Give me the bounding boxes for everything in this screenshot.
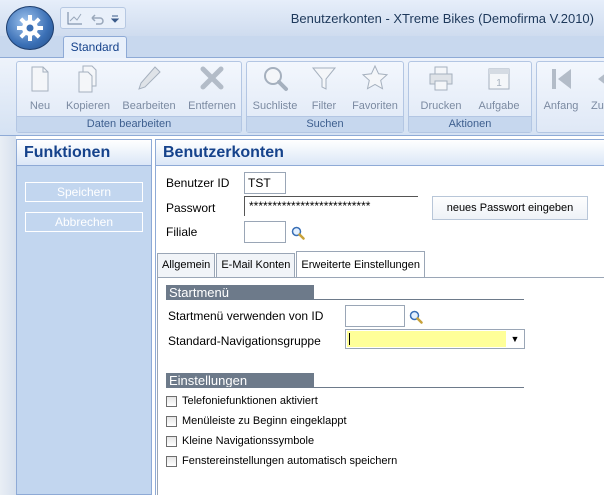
- checkbox[interactable]: [166, 415, 177, 427]
- new-button[interactable]: Neu: [23, 64, 57, 118]
- magnifier-icon: [261, 64, 289, 94]
- calendar-icon: 1: [485, 64, 513, 94]
- left-edge-strip: [0, 136, 16, 495]
- search-icon[interactable]: [409, 310, 423, 324]
- user-id-field[interactable]: TST: [244, 172, 286, 194]
- prev-icon: [591, 64, 604, 94]
- nav-group-label: Standard-Navigationsgruppe: [168, 334, 321, 348]
- tab-allgemein[interactable]: Allgemein: [157, 253, 216, 277]
- search-list-button[interactable]: Suchliste: [251, 64, 299, 118]
- group-label: Suchen: [247, 116, 403, 132]
- pencil-icon: [135, 64, 163, 94]
- startmenu-id-label: Startmenü verwenden von ID: [168, 309, 324, 323]
- delete-x-icon: [198, 64, 226, 94]
- nav-group-value: [347, 331, 506, 347]
- customize-dropdown-icon[interactable]: [110, 11, 120, 25]
- quick-access-toolbar: [60, 7, 126, 29]
- group-label: Aktionen: [409, 116, 531, 132]
- page-title: Benutzerkonten: [156, 140, 604, 166]
- group-label: Daten bearbeiten: [17, 116, 241, 132]
- text-cursor: [349, 333, 350, 345]
- task-button[interactable]: 1 Aufgabe: [475, 64, 523, 118]
- checkbox[interactable]: [166, 395, 177, 407]
- tab-erweiterte-einstellungen[interactable]: Erweiterte Einstellungen: [296, 251, 426, 277]
- branch-field[interactable]: [244, 221, 286, 243]
- section-divider: [166, 387, 524, 388]
- startmenu-heading: Startmenü: [166, 285, 314, 300]
- tab-standard[interactable]: Standard: [63, 36, 127, 58]
- checkbox-telephony[interactable]: Telefoniefunktionen aktiviert: [166, 393, 318, 409]
- first-icon: [547, 64, 575, 94]
- functions-panel: Funktionen Speichern Abbrechen: [16, 139, 152, 495]
- new-document-icon: [26, 64, 54, 94]
- favorites-button[interactable]: Favoriten: [351, 64, 399, 118]
- prev-button[interactable]: Zu: [589, 64, 604, 118]
- checkbox-small-nav-icons[interactable]: Kleine Navigationssymbole: [166, 433, 314, 449]
- funnel-icon: [310, 64, 338, 94]
- window-title: Benutzerkonten - XTreme Bikes (Demofirma…: [290, 11, 594, 26]
- checkbox[interactable]: [166, 435, 177, 447]
- settings-heading: Einstellungen: [166, 373, 314, 388]
- group-aktionen: Drucken 1 Aufgabe Aktionen: [408, 61, 532, 133]
- user-id-label: Benutzer ID: [166, 176, 230, 190]
- gear-icon: [17, 15, 43, 41]
- title-bar: Benutzerkonten - XTreme Bikes (Demofirma…: [0, 0, 604, 36]
- password-label: Passwort: [166, 201, 216, 215]
- svg-text:1: 1: [496, 78, 502, 89]
- group-navigation: Anfang Zu: [536, 61, 604, 133]
- settings-tabs: Allgemein E-Mail Konten Erweiterte Einst…: [157, 251, 426, 277]
- undo-icon[interactable]: [89, 11, 105, 25]
- chart-icon[interactable]: [67, 11, 83, 25]
- printer-icon: [427, 64, 455, 94]
- first-button[interactable]: Anfang: [541, 64, 581, 118]
- group-suchen: Suchliste Filter Favoriten Suchen: [246, 61, 404, 133]
- edit-button[interactable]: Bearbeiten: [121, 64, 177, 118]
- checkbox-save-window-settings[interactable]: Fenstereinstellungen automatisch speiche…: [166, 453, 397, 469]
- copy-icon: [74, 64, 102, 94]
- save-button[interactable]: Speichern: [25, 182, 143, 202]
- section-divider: [166, 299, 524, 300]
- filter-button[interactable]: Filter: [307, 64, 341, 118]
- nav-group-dropdown[interactable]: ▼: [345, 329, 525, 349]
- app-menu-button[interactable]: [6, 6, 54, 50]
- ribbon: Neu Kopieren Bearbeiten Entfernen Daten …: [0, 58, 604, 136]
- copy-button[interactable]: Kopieren: [65, 64, 111, 118]
- startmenu-id-field[interactable]: [345, 305, 405, 327]
- group-daten-bearbeiten: Neu Kopieren Bearbeiten Entfernen Daten …: [16, 61, 242, 133]
- functions-title: Funktionen: [17, 140, 151, 166]
- search-icon[interactable]: [291, 226, 305, 240]
- cancel-button[interactable]: Abbrechen: [25, 212, 143, 232]
- password-field[interactable]: **************************: [244, 196, 418, 216]
- star-icon: [361, 64, 389, 94]
- tab-email-konten[interactable]: E-Mail Konten: [216, 253, 296, 277]
- ribbon-tab-row: Standard: [0, 36, 604, 58]
- delete-button[interactable]: Entfernen: [185, 64, 239, 118]
- checkbox-menubar-collapsed[interactable]: Menüleiste zu Beginn eingeklappt: [166, 413, 347, 429]
- new-password-button[interactable]: neues Passwort eingeben: [432, 196, 588, 220]
- checkbox[interactable]: [166, 455, 177, 467]
- chevron-down-icon[interactable]: ▼: [508, 331, 522, 347]
- branch-label: Filiale: [166, 225, 198, 239]
- print-button[interactable]: Drucken: [417, 64, 465, 118]
